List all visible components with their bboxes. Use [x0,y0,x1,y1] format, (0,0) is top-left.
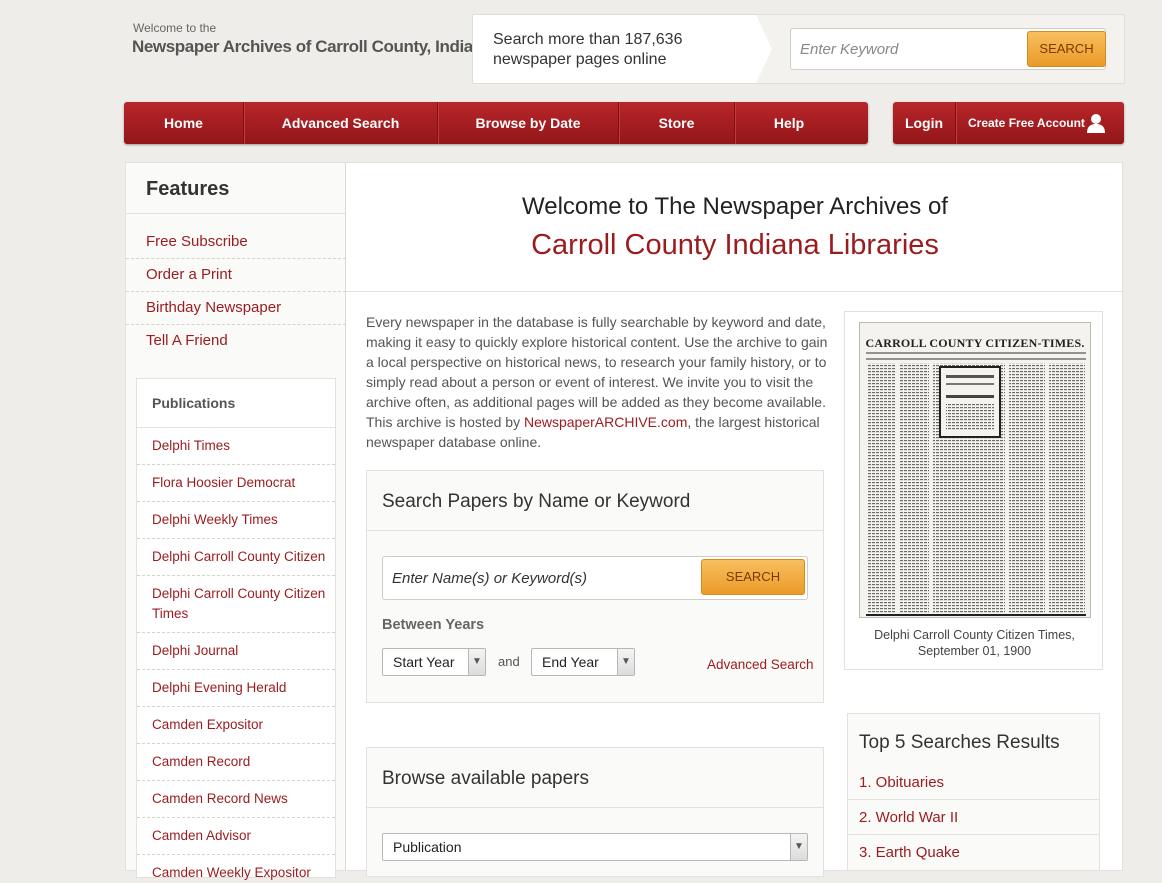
divider [848,834,1099,835]
publications-title: Publications [152,395,236,411]
divider [126,291,346,292]
nav-advanced-search[interactable]: Advanced Search [244,102,437,144]
thumbnail-caption: Delphi Carroll County Citizen Times, Sep… [845,627,1104,659]
publications-panel: Publications Delphi Times Flora Hoosier … [136,378,336,880]
logo-site-name[interactable]: Newspaper Archives of Carroll County, In… [132,37,492,57]
intro-paragraph: Every newspaper in the database is fully… [366,312,828,452]
divider [848,799,1099,800]
search-papers-button[interactable]: SEARCH [701,559,805,595]
chevron-down-icon: ▼ [790,834,807,860]
divider [346,291,1124,292]
caption-line-1: Delphi Carroll County Citizen Times, [874,628,1075,642]
end-year-select[interactable]: End Year ▼ [531,648,635,676]
intro-text: Every newspaper in the database is fully… [366,314,828,430]
page-count-callout: Search more than 187,636 newspaper pages… [473,15,756,83]
divider [137,575,335,576]
divider [137,464,335,465]
publication-link[interactable]: Camden Advisor [152,826,332,846]
top-searches-title: Top 5 Searches Results [859,732,1060,753]
publication-link[interactable]: Camden Weekly Expositor [152,863,332,883]
nav-create-account[interactable]: Create Free Account [956,102,1124,144]
chevron-down-icon: ▼ [468,649,485,675]
advanced-search-link[interactable]: Advanced Search [707,657,814,672]
features-title: Features [146,178,230,200]
callout-arrow [756,15,772,83]
divider [126,258,346,259]
between-years-label: Between Years [382,617,485,633]
publication-link[interactable]: Camden Record [152,752,332,772]
welcome-heading: Welcome to The Newspaper Archives of [522,193,948,220]
divider [126,324,346,325]
newspaperarchive-link[interactable]: NewspaperARCHIVE.com [524,414,687,430]
divider [137,669,335,670]
newsprint-texture [866,352,1086,616]
browse-papers-title: Browse available papers [382,768,590,789]
divider [126,213,346,214]
callout-line-1: Search more than 187,636 [493,31,683,48]
chevron-down-icon: ▼ [617,649,634,675]
publication-link[interactable]: Camden Expositor [152,715,332,735]
logo-welcome-text: Welcome to the [133,21,217,35]
browse-papers-box: Browse available papers Publication ▼ [366,747,824,877]
user-icon [1087,114,1105,133]
divider [137,706,335,707]
divider [137,632,335,633]
callout-line-2: newspaper pages online [493,51,667,68]
main-nav: Home Advanced Search Browse by Date Stor… [124,102,868,144]
divider [137,743,335,744]
feature-birthday-newspaper[interactable]: Birthday Newspaper [146,299,281,316]
nav-store[interactable]: Store [619,102,734,144]
divider [137,780,335,781]
publication-link[interactable]: Camden Record News [152,789,332,809]
account-nav: Login Create Free Account [893,102,1124,144]
top-search-obituaries[interactable]: 1. Obituaries [859,774,944,791]
divider [137,427,335,428]
featured-paper: CARROLL COUNTY CITIZEN-TIMES. Delphi Car… [844,311,1103,670]
start-year-value: Start Year [393,654,455,670]
divider [137,854,335,855]
header-search-button[interactable]: SEARCH [1027,31,1106,67]
publication-link[interactable]: Delphi Journal [152,641,332,661]
newspaper-thumbnail[interactable]: CARROLL COUNTY CITIZEN-TIMES. [859,322,1091,618]
divider [137,538,335,539]
publication-link[interactable]: Delphi Times [152,436,332,456]
publication-link[interactable]: Delphi Carroll County Citizen Times [152,584,332,624]
nav-login[interactable]: Login [893,102,955,144]
nav-browse-by-date[interactable]: Browse by Date [438,102,618,144]
name-keyword-placeholder: Enter Name(s) or Keyword(s) [392,570,588,587]
nav-home[interactable]: Home [124,102,243,144]
top-searches-box: Top 5 Searches Results 1. Obituaries 2. … [847,713,1100,871]
name-keyword-input[interactable]: Enter Name(s) or Keyword(s) SEARCH [382,556,808,600]
caption-line-2: September 01, 1900 [917,644,1032,658]
publication-select-value: Publication [393,839,462,855]
publication-link[interactable]: Delphi Weekly Times [152,510,332,530]
features-sidebar: Features Free Subscribe Order a Print Bi… [125,162,346,880]
end-year-value: End Year [542,654,599,670]
publication-link[interactable]: Flora Hoosier Democrat [152,473,332,493]
divider [137,501,335,502]
feature-tell-a-friend[interactable]: Tell A Friend [146,332,228,349]
top-search-earth-quake[interactable]: 3. Earth Quake [859,844,960,861]
divider [367,530,823,531]
publication-link[interactable]: Delphi Carroll County Citizen [152,547,332,567]
divider [367,807,823,808]
create-account-label: Create Free Account [968,116,1085,130]
nav-help[interactable]: Help [735,102,843,144]
top-search-world-war-ii[interactable]: 2. World War II [859,809,958,826]
feature-order-print[interactable]: Order a Print [146,266,232,283]
publication-link[interactable]: Delphi Evening Herald [152,678,332,698]
publication-select[interactable]: Publication ▼ [382,833,808,861]
header-search-box: Search more than 187,636 newspaper pages… [472,14,1125,84]
and-label: and [498,654,520,669]
feature-free-subscribe[interactable]: Free Subscribe [146,233,248,250]
search-papers-box: Search Papers by Name or Keyword Enter N… [366,470,824,703]
divider [137,817,335,818]
library-heading: Carroll County Indiana Libraries [531,229,939,261]
start-year-select[interactable]: Start Year ▼ [382,648,486,676]
search-papers-title: Search Papers by Name or Keyword [382,491,691,512]
keyword-search-placeholder: Enter Keyword [800,41,899,58]
